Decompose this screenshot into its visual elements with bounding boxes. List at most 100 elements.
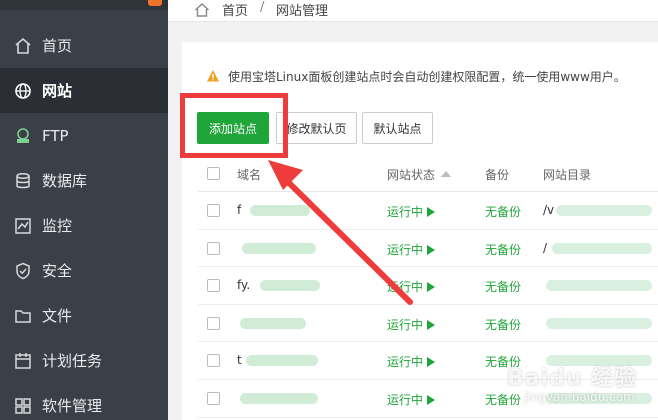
redacted-blur bbox=[240, 317, 306, 329]
sidebar-item-monitor[interactable]: 监控 bbox=[0, 203, 168, 248]
sidebar-item-database[interactable]: 数据库 bbox=[0, 158, 168, 203]
shield-icon bbox=[14, 262, 32, 280]
row-domain[interactable]: t bbox=[237, 353, 242, 367]
row-backup[interactable]: 无备份 bbox=[485, 241, 521, 258]
sidebar-item-home[interactable]: 首页 bbox=[0, 23, 168, 68]
sidebar-item-website[interactable]: 网站 bbox=[0, 68, 168, 113]
row-status[interactable]: 运行中 bbox=[387, 241, 436, 258]
row-status[interactable]: 运行中 bbox=[387, 391, 436, 408]
table-row: fy. 运行中 无备份 bbox=[198, 267, 658, 305]
breadcrumb: 首页 / 网站管理 bbox=[168, 0, 658, 22]
row-backup[interactable]: 无备份 bbox=[485, 203, 521, 220]
folder-icon bbox=[14, 307, 32, 325]
redacted-blur bbox=[240, 392, 318, 404]
row-directory[interactable]: / bbox=[543, 241, 547, 255]
row-status-label: 运行中 bbox=[387, 205, 424, 219]
sidebar-item-files[interactable]: 文件 bbox=[0, 293, 168, 338]
breadcrumb-separator: / bbox=[260, 0, 265, 15]
row-status[interactable]: 运行中 bbox=[387, 353, 436, 370]
row-checkbox[interactable] bbox=[207, 316, 220, 330]
watermark-sub: jingyan.baidu.com bbox=[524, 390, 635, 404]
table-row: 运行中 无备份 / bbox=[198, 230, 658, 268]
breadcrumb-home-icon[interactable] bbox=[194, 2, 210, 18]
home-icon bbox=[14, 37, 32, 55]
sidebar: 首页 网站 FTP 数据库 监控 安全 文件 计划任务 软件管理 bbox=[0, 0, 168, 420]
redacted-blur bbox=[546, 317, 652, 329]
calendar-icon bbox=[14, 352, 32, 370]
row-domain[interactable]: f bbox=[237, 203, 241, 217]
sidebar-item-label: 监控 bbox=[42, 217, 73, 235]
sidebar-item-label: 数据库 bbox=[42, 172, 88, 190]
row-backup[interactable]: 无备份 bbox=[485, 391, 521, 408]
sidebar-item-label: 文件 bbox=[42, 307, 73, 325]
breadcrumb-home[interactable]: 首页 bbox=[222, 0, 248, 19]
notice-text: 使用宝塔Linux面板创建站点时会自动创建权限配置，统一使用www用户。 bbox=[228, 69, 626, 84]
header-backup[interactable]: 备份 bbox=[485, 166, 509, 183]
redacted-blur bbox=[260, 280, 320, 292]
apps-icon bbox=[14, 397, 32, 415]
header-domain[interactable]: 域名 bbox=[237, 166, 261, 183]
play-icon bbox=[427, 244, 436, 255]
monitor-icon bbox=[14, 217, 32, 235]
row-status-label: 运行中 bbox=[387, 355, 424, 370]
row-status[interactable]: 运行中 bbox=[387, 278, 436, 295]
row-status-label: 运行中 bbox=[387, 280, 424, 295]
redacted-blur bbox=[246, 355, 318, 367]
row-backup[interactable]: 无备份 bbox=[485, 316, 521, 333]
logo-strip bbox=[0, 0, 168, 10]
table-row: 运行中 无备份 bbox=[198, 305, 658, 343]
default-site-button[interactable]: 默认站点 bbox=[362, 112, 433, 144]
sidebar-item-label: 安全 bbox=[42, 262, 73, 280]
sidebar-item-label: 软件管理 bbox=[42, 397, 103, 415]
sidebar-item-security[interactable]: 安全 bbox=[0, 248, 168, 293]
row-status[interactable]: 运行中 bbox=[387, 316, 436, 333]
header-directory[interactable]: 网站目录 bbox=[543, 166, 591, 183]
row-directory[interactable]: /v bbox=[543, 203, 554, 217]
row-status-label: 运行中 bbox=[387, 317, 424, 332]
table-row: f 运行中 无备份 /v bbox=[198, 192, 658, 230]
redacted-blur bbox=[556, 205, 652, 216]
redacted-blur bbox=[546, 280, 652, 292]
row-status-label: 运行中 bbox=[387, 392, 424, 407]
sidebar-nav: 首页 网站 FTP 数据库 监控 安全 文件 计划任务 软件管理 bbox=[0, 23, 168, 420]
ftp-icon bbox=[14, 127, 32, 145]
row-status-label: 运行中 bbox=[387, 242, 424, 257]
play-icon bbox=[427, 394, 436, 405]
sort-asc-icon bbox=[441, 171, 452, 177]
globe-icon bbox=[14, 82, 32, 100]
play-icon bbox=[427, 319, 436, 330]
sidebar-item-label: 计划任务 bbox=[42, 352, 103, 370]
header-status[interactable]: 网站状态 bbox=[387, 166, 452, 183]
row-domain[interactable]: fy. bbox=[237, 278, 250, 292]
logo-badge bbox=[148, 0, 162, 6]
sidebar-item-label: FTP bbox=[42, 126, 69, 145]
warning-icon bbox=[207, 70, 219, 82]
row-checkbox[interactable] bbox=[207, 391, 220, 405]
row-backup[interactable]: 无备份 bbox=[485, 278, 521, 295]
header-status-label: 网站状态 bbox=[387, 168, 436, 182]
row-checkbox[interactable] bbox=[207, 354, 220, 368]
sidebar-item-ftp[interactable]: FTP bbox=[0, 113, 168, 158]
highlight-box bbox=[180, 93, 288, 158]
notice-bar: 使用宝塔Linux面板创建站点时会自动创建权限配置，统一使用www用户。 bbox=[206, 64, 658, 88]
row-status[interactable]: 运行中 bbox=[387, 203, 436, 220]
breadcrumb-current: 网站管理 bbox=[276, 4, 329, 19]
redacted-blur bbox=[242, 242, 316, 254]
play-icon bbox=[427, 357, 436, 368]
sidebar-item-label: 首页 bbox=[42, 37, 73, 55]
sidebar-item-software[interactable]: 软件管理 bbox=[0, 383, 168, 420]
table-header: 域名 网站状态 备份 网站目录 bbox=[198, 156, 658, 192]
sidebar-item-cron[interactable]: 计划任务 bbox=[0, 338, 168, 383]
modify-default-page-button[interactable]: 修改默认页 bbox=[276, 112, 357, 144]
database-icon bbox=[14, 172, 32, 190]
sidebar-item-label: 网站 bbox=[42, 82, 73, 100]
redacted-blur bbox=[250, 205, 310, 216]
watermark: Baidu 经验 bbox=[507, 366, 638, 391]
row-checkbox[interactable] bbox=[207, 279, 220, 293]
play-icon bbox=[427, 282, 436, 293]
row-checkbox[interactable] bbox=[207, 204, 220, 217]
select-all-checkbox[interactable] bbox=[207, 167, 220, 180]
redacted-blur bbox=[552, 242, 652, 254]
row-checkbox[interactable] bbox=[207, 241, 220, 255]
play-icon bbox=[427, 207, 436, 217]
